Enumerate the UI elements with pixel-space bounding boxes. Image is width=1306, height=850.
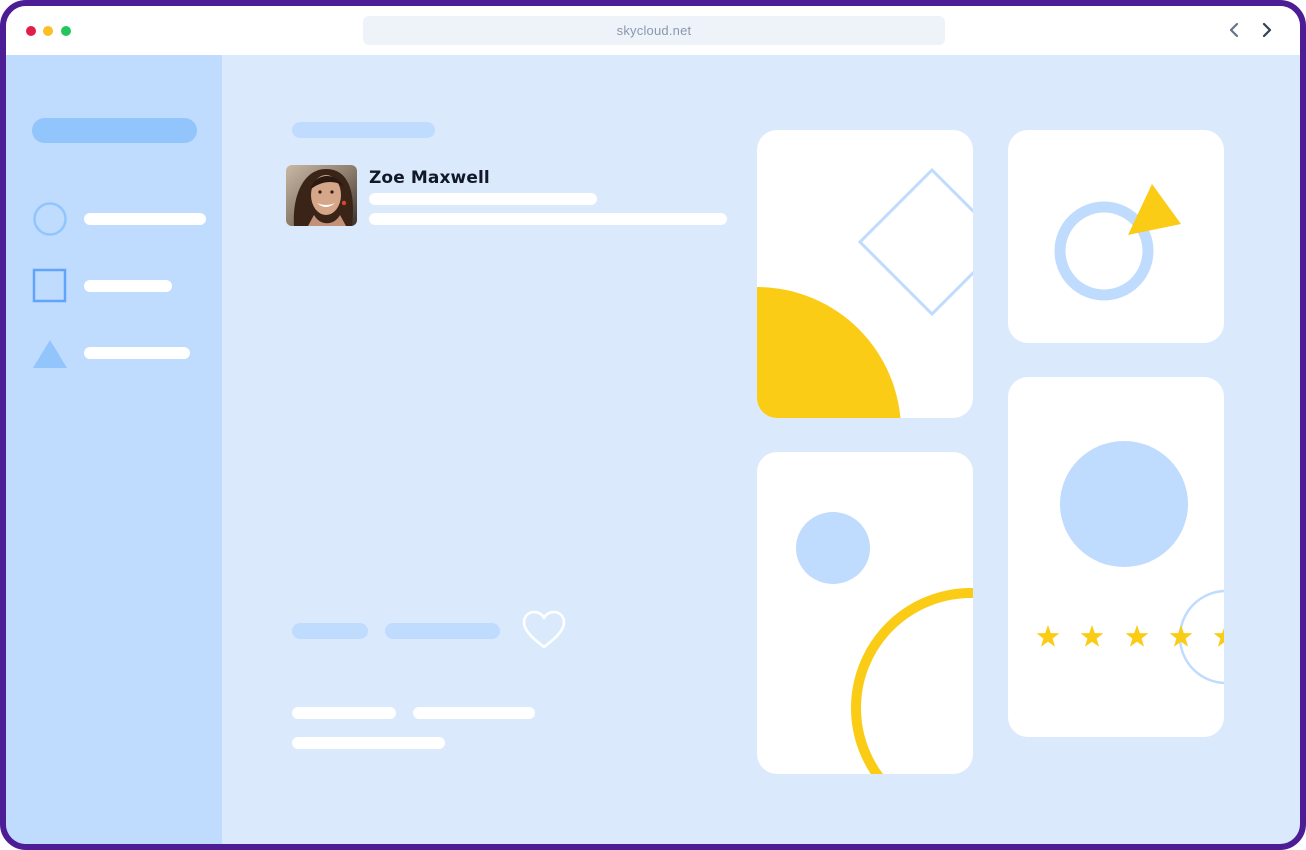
- avatar[interactable]: [286, 165, 357, 226]
- sidebar-item-label-placeholder: [84, 347, 190, 359]
- browser-toolbar: skycloud.net: [6, 6, 1300, 55]
- user-description-placeholder: [369, 213, 727, 225]
- heart-icon: [522, 610, 566, 649]
- chevron-left-icon: [1229, 22, 1239, 38]
- chevron-right-icon: [1262, 22, 1272, 38]
- maximize-window-button[interactable]: [61, 26, 71, 36]
- text-line-placeholder: [413, 707, 535, 719]
- star-icon: [1080, 625, 1104, 647]
- shapes-illustration: [757, 167, 973, 418]
- square-icon: [32, 268, 67, 303]
- close-window-button[interactable]: [26, 26, 36, 36]
- address-bar[interactable]: skycloud.net: [363, 16, 945, 45]
- text-line-placeholder: [292, 737, 445, 749]
- circle-icon: [33, 202, 67, 236]
- shapes-illustration: [796, 512, 973, 774]
- user-name: Zoe Maxwell: [369, 168, 490, 188]
- forward-button[interactable]: [1256, 19, 1278, 41]
- profile-photo: [286, 165, 357, 226]
- tag-placeholder[interactable]: [385, 623, 500, 639]
- tag-placeholder[interactable]: [292, 623, 368, 639]
- rating-card[interactable]: [1008, 377, 1224, 737]
- star-rating: [1036, 625, 1224, 647]
- gallery-card[interactable]: [757, 452, 973, 774]
- gallery-card[interactable]: [1008, 130, 1224, 343]
- shapes-illustration: [1036, 441, 1224, 685]
- back-button[interactable]: [1223, 19, 1245, 41]
- heading-placeholder: [292, 122, 435, 138]
- text-line-placeholder: [292, 707, 396, 719]
- star-icon: [1213, 627, 1224, 647]
- browser-window: skycloud.net Zoe Maxwell: [0, 0, 1306, 850]
- sidebar-title-placeholder: [32, 118, 197, 143]
- shapes-illustration: [1054, 184, 1181, 301]
- star-icon: [1036, 625, 1060, 647]
- triangle-icon: [33, 340, 67, 368]
- sidebar-item-label-placeholder: [84, 213, 206, 225]
- sidebar-item-circle[interactable]: [32, 201, 212, 241]
- like-button[interactable]: [521, 609, 567, 656]
- user-subtitle-placeholder: [369, 193, 597, 205]
- sidebar-item-triangle[interactable]: [32, 335, 212, 375]
- sidebar-item-label-placeholder: [84, 280, 172, 292]
- sidebar-item-square[interactable]: [32, 268, 212, 308]
- gallery-card[interactable]: [757, 130, 973, 418]
- minimize-window-button[interactable]: [43, 26, 53, 36]
- star-icon: [1125, 625, 1149, 647]
- sidebar: [6, 55, 222, 844]
